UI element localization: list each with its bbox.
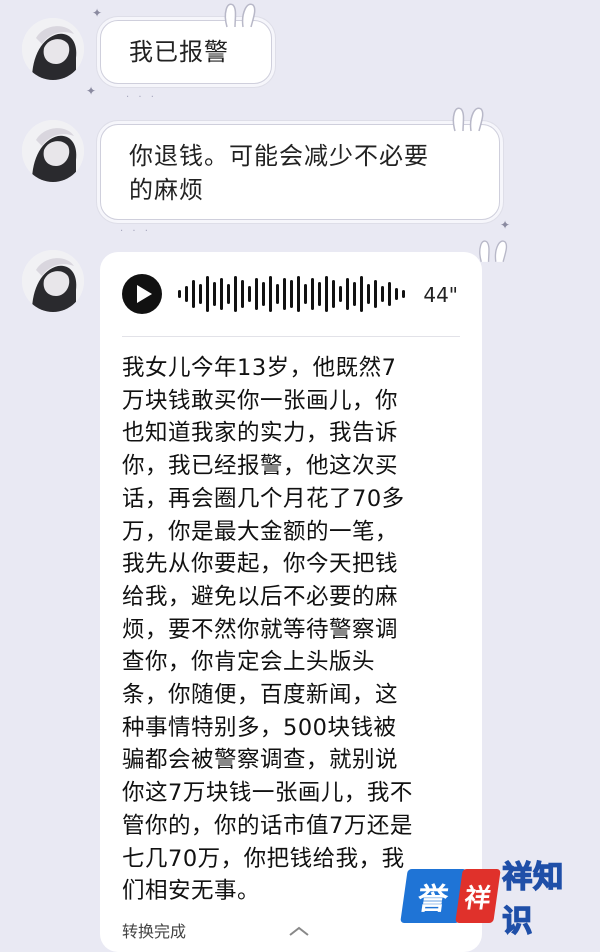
- collapse-chevron-icon[interactable]: [288, 925, 310, 937]
- watermark-badge: 祥: [454, 869, 501, 923]
- message-text: 我已报警: [129, 38, 229, 66]
- bunny-ears-icon: [224, 3, 256, 28]
- waveform-icon: [178, 276, 405, 312]
- dots-decoration: · · ·: [120, 226, 151, 237]
- sparkle-icon: ✦: [86, 84, 97, 98]
- watermark-text: 祥知识: [502, 859, 565, 940]
- sparkle-icon: ✦: [92, 6, 103, 20]
- message-text: 你退钱。可能会减少不必要 的麻烦: [129, 142, 429, 204]
- bunny-ears-icon: [452, 107, 484, 132]
- dots-decoration: · · ·: [126, 92, 157, 103]
- divider: [122, 336, 460, 337]
- avatar[interactable]: [22, 18, 84, 80]
- play-icon[interactable]: [122, 274, 162, 314]
- avatar[interactable]: [22, 250, 84, 312]
- avatar-image: [22, 18, 84, 80]
- watermark-logo: 誉 祥 祥知识: [400, 859, 590, 940]
- voice-duration: 44": [423, 283, 458, 307]
- sparkle-icon: ✦: [500, 218, 511, 232]
- message-bubble[interactable]: 你退钱。可能会减少不必要 的麻烦: [100, 107, 500, 220]
- avatar-image: [22, 120, 84, 182]
- avatar[interactable]: [22, 120, 84, 182]
- voice-transcript: 我女儿今年13岁，他既然7 万块钱敢买你一张画儿，你 也知道我家的实力，我告诉 …: [122, 355, 413, 905]
- message-bubble[interactable]: 我已报警: [100, 3, 272, 84]
- convert-status: 转换完成: [122, 922, 187, 941]
- avatar-image: [22, 250, 84, 312]
- voice-player[interactable]: 44": [122, 274, 462, 318]
- voice-message-card[interactable]: 44" 我女儿今年13岁，他既然7 万块钱敢买你一张画儿，你 也知道我家的实力，…: [100, 252, 482, 952]
- bunny-ears-icon: [479, 240, 508, 263]
